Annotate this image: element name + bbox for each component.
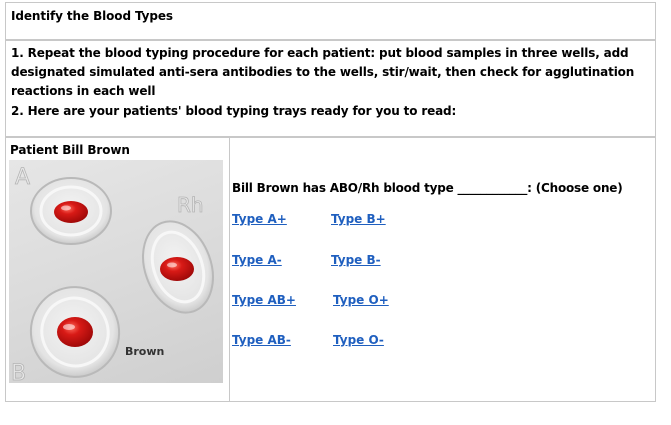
patient-header: Patient Bill Brown: [10, 143, 130, 157]
option-type-ab-neg[interactable]: Type AB-: [232, 333, 291, 347]
blood-drop-b: [57, 317, 93, 347]
instruction-line-3: reactions in each well: [11, 84, 156, 98]
instruction-line-1: 1. Repeat the blood typing procedure for…: [11, 46, 629, 60]
page-title: Identify the Blood Types: [11, 9, 173, 23]
option-type-b-neg[interactable]: Type B-: [331, 253, 381, 267]
option-type-a-neg[interactable]: Type A-: [232, 253, 282, 267]
instruction-line-2: designated simulated anti-sera antibodie…: [11, 65, 635, 79]
blood-drop-a: [54, 201, 88, 223]
well-label-rh: Rh: [177, 193, 204, 217]
option-type-o-neg[interactable]: Type O-: [333, 333, 384, 347]
option-type-o-pos[interactable]: Type O+: [333, 293, 389, 307]
well-label-a: A: [15, 165, 30, 190]
instructions-box: 1. Repeat the blood typing procedure for…: [5, 40, 656, 137]
tray-svg: A Rh B Brown: [11, 165, 214, 383]
blood-typing-tray-image: A Rh B Brown: [9, 160, 223, 383]
option-type-a-pos[interactable]: Type A+: [232, 212, 287, 226]
blood-drop-rh: [160, 257, 194, 281]
tray-label: Brown: [125, 345, 164, 358]
question-text: Bill Brown has ABO/Rh blood type _______…: [232, 181, 623, 195]
well-a: [30, 177, 112, 245]
option-type-ab-pos[interactable]: Type AB+: [232, 293, 296, 307]
option-type-b-pos[interactable]: Type B+: [331, 212, 386, 226]
title-box: Identify the Blood Types: [5, 2, 656, 40]
instruction-line-4: 2. Here are your patients' blood typing …: [11, 104, 457, 118]
patient-divider: [229, 137, 230, 402]
well-label-b: B: [11, 361, 26, 383]
